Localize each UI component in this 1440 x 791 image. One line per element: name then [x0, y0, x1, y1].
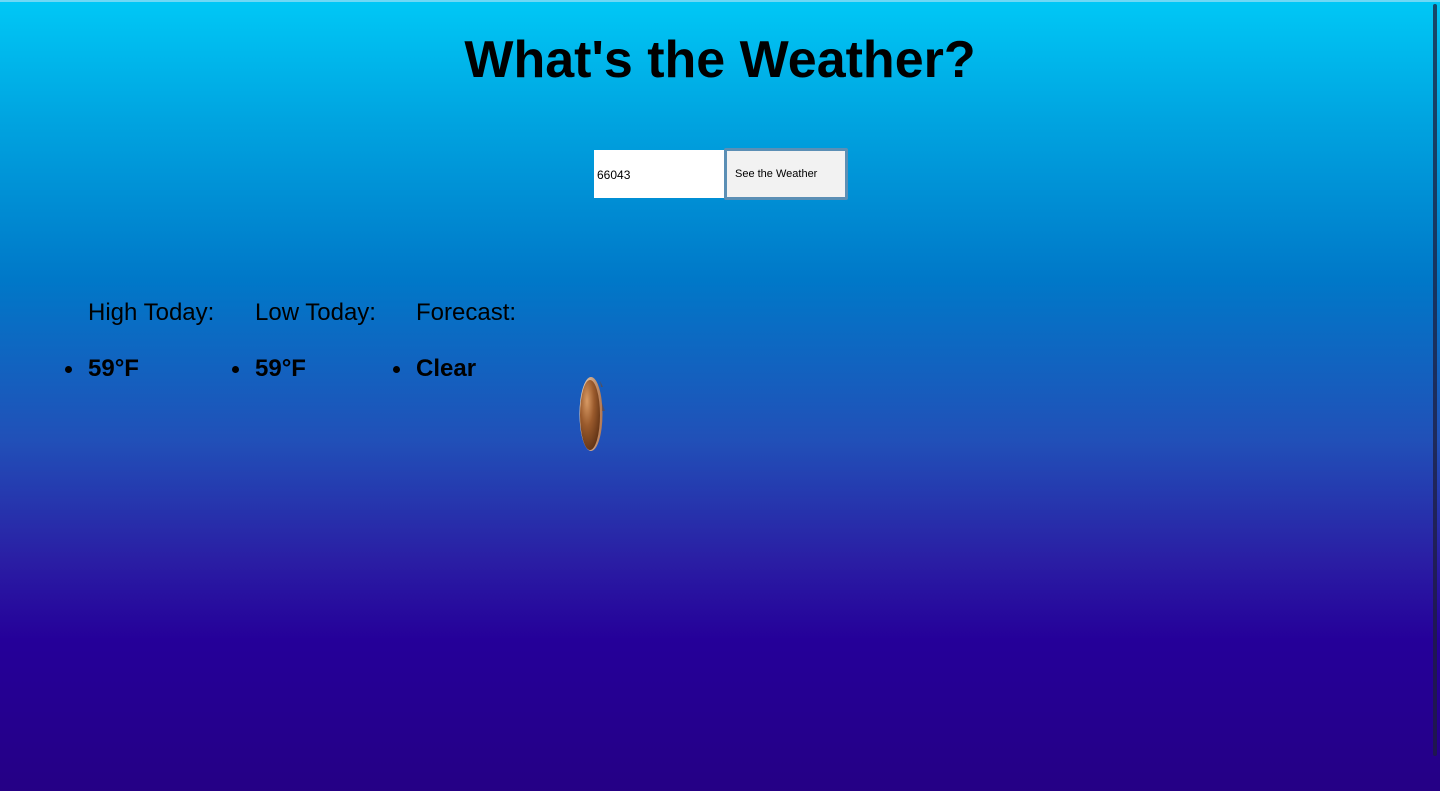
scrollbar[interactable] [1433, 4, 1437, 756]
high-today-label: High Today: [88, 299, 215, 326]
high-today-list: 59°F [65, 354, 139, 384]
top-border [0, 0, 1440, 2]
low-today-value: 59°F [232, 355, 306, 382]
forecast-label: Forecast: [416, 299, 517, 326]
low-today-list: 59°F [232, 354, 306, 384]
high-today-value: 59°F [65, 355, 139, 382]
zip-search-form: See the Weather [594, 148, 848, 200]
zip-input[interactable] [594, 150, 724, 198]
page-title: What's the Weather? [464, 31, 976, 89]
forecast-value: Clear [392, 355, 477, 382]
see-weather-button[interactable]: See the Weather [724, 148, 848, 200]
forecast-list: Clear [392, 354, 477, 384]
forecast-column: Forecast: Clear [392, 298, 517, 382]
low-today-label: Low Today: [255, 299, 376, 326]
weather-condition-icon [576, 373, 608, 455]
high-today-column: High Today: 59°F [65, 298, 215, 382]
low-today-column: Low Today: 59°F [232, 298, 376, 382]
